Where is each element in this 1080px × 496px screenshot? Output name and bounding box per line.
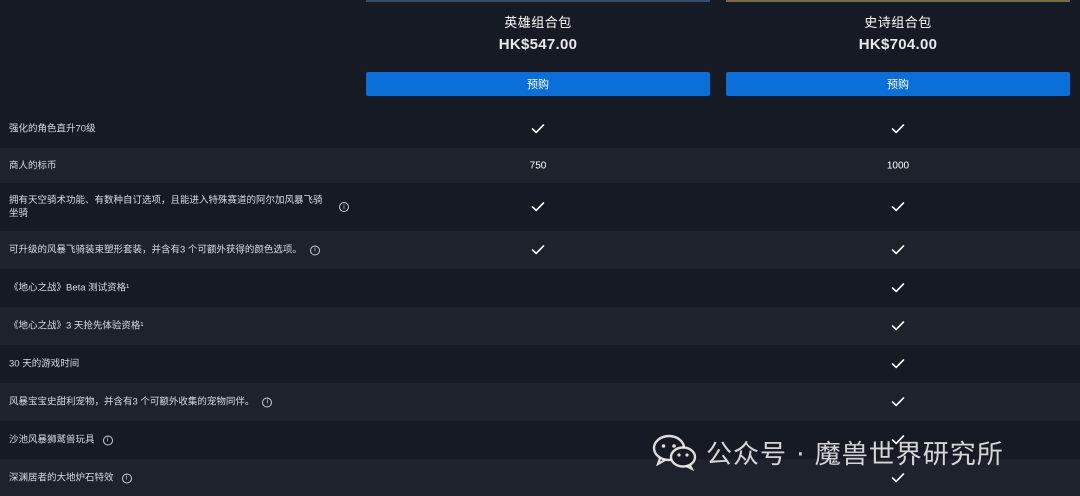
epic-column-accent (726, 0, 1070, 2)
feature-row: 拥有天空骑术功能、有数种自订选项，且能进入特殊赛道的阿尔加风暴飞骑坐骑 i (0, 183, 1080, 231)
hero-column-accent (366, 0, 710, 2)
check-icon (726, 472, 1070, 483)
feature-row: 强化的角色直升70级 (0, 110, 1080, 148)
feature-label-text: 深渊居者的大地炉石特效 (9, 472, 114, 484)
feature-row: 《地心之战》Beta 测试资格¹ (0, 269, 1080, 307)
feature-label-text: 可升级的风暴飞骑装束塑形套装，并含有3 个可额外获得的颜色选项。 (9, 244, 302, 256)
feature-row: 《地心之战》3 天抢先体验资格¹ (0, 307, 1080, 345)
feature-label-text: 沙池风暴狮鹫兽玩具 (9, 434, 95, 446)
wechat-icon (652, 434, 697, 471)
info-icon[interactable]: i (262, 397, 273, 407)
check-icon (366, 201, 710, 212)
feature-label: 30 天的游戏时间 (9, 358, 349, 371)
watermark-text: 公众号 · 魔兽世界研究所 (706, 439, 1004, 470)
check-icon (366, 244, 710, 255)
feature-label: 《地心之战》Beta 测试资格¹ (9, 282, 349, 295)
feature-row: 商人的标币 750 1000 (0, 148, 1080, 183)
info-icon[interactable]: i (121, 473, 132, 483)
feature-label: 风暴宝宝史甜利宠物，并含有3 个可额外收集的宠物同伴。 i (9, 396, 349, 409)
feature-label: 沙池风暴狮鹫兽玩具 i (9, 434, 349, 447)
feature-label-text: 《地心之战》Beta 测试资格¹ (9, 282, 130, 294)
feature-row: 风暴宝宝史甜利宠物，并含有3 个可额外收集的宠物同伴。 i (0, 383, 1080, 421)
check-icon (726, 358, 1070, 369)
check-icon (366, 123, 710, 134)
info-icon[interactable]: i (309, 245, 320, 255)
watermark: 公众号 · 魔兽世界研究所 (652, 432, 1004, 472)
check-icon (726, 282, 1070, 293)
info-icon[interactable]: i (102, 435, 113, 445)
feature-label: 《地心之战》3 天抢先体验资格¹ (9, 320, 349, 333)
feature-label-text: 30 天的游戏时间 (9, 358, 80, 370)
preorder-hero-button[interactable]: 预购 (366, 72, 710, 96)
feature-label-text: 拥有天空骑术功能、有数种自订选项，且能进入特殊赛道的阿尔加风暴飞骑坐骑 (9, 195, 323, 219)
feature-label-text: 风暴宝宝史甜利宠物，并含有3 个可额外收集的宠物同伴。 (9, 396, 255, 408)
feature-label: 深渊居者的大地炉石特效 i (9, 472, 349, 485)
feature-label: 拥有天空骑术功能、有数种自订选项，且能进入特殊赛道的阿尔加风暴飞骑坐骑 i (9, 194, 349, 220)
feature-row: 30 天的游戏时间 (0, 345, 1080, 383)
comparison-header: 英雄组合包 HK$547.00 预购 史诗组合包 HK$704.00 预购 (0, 0, 1080, 110)
feature-value: 1000 (886, 160, 910, 171)
check-icon (726, 396, 1070, 407)
product-name: 史诗组合包 (864, 15, 932, 30)
feature-label: 可升级的风暴飞骑装束塑形套装，并含有3 个可额外获得的颜色选项。 i (9, 244, 349, 257)
product-name: 英雄组合包 (504, 15, 572, 30)
feature-label-text: 商人的标币 (9, 160, 57, 171)
check-icon (726, 123, 1070, 134)
feature-value: 750 (529, 160, 547, 171)
feature-label-text: 强化的角色直升70级 (9, 123, 96, 135)
check-icon (726, 244, 1070, 255)
feature-label-text: 《地心之战》3 天抢先体验资格¹ (9, 320, 144, 332)
feature-row: 可升级的风暴飞骑装束塑形套装，并含有3 个可额外获得的颜色选项。 i (0, 231, 1080, 269)
feature-label: 强化的角色直升70级 (9, 123, 349, 136)
product-price: HK$704.00 (858, 36, 938, 53)
info-icon[interactable]: i (339, 202, 349, 212)
check-icon (726, 201, 1070, 212)
preorder-epic-button[interactable]: 预购 (726, 72, 1070, 96)
feature-label: 商人的标币 (9, 159, 349, 172)
check-icon (726, 320, 1070, 331)
product-price: HK$547.00 (498, 36, 578, 53)
